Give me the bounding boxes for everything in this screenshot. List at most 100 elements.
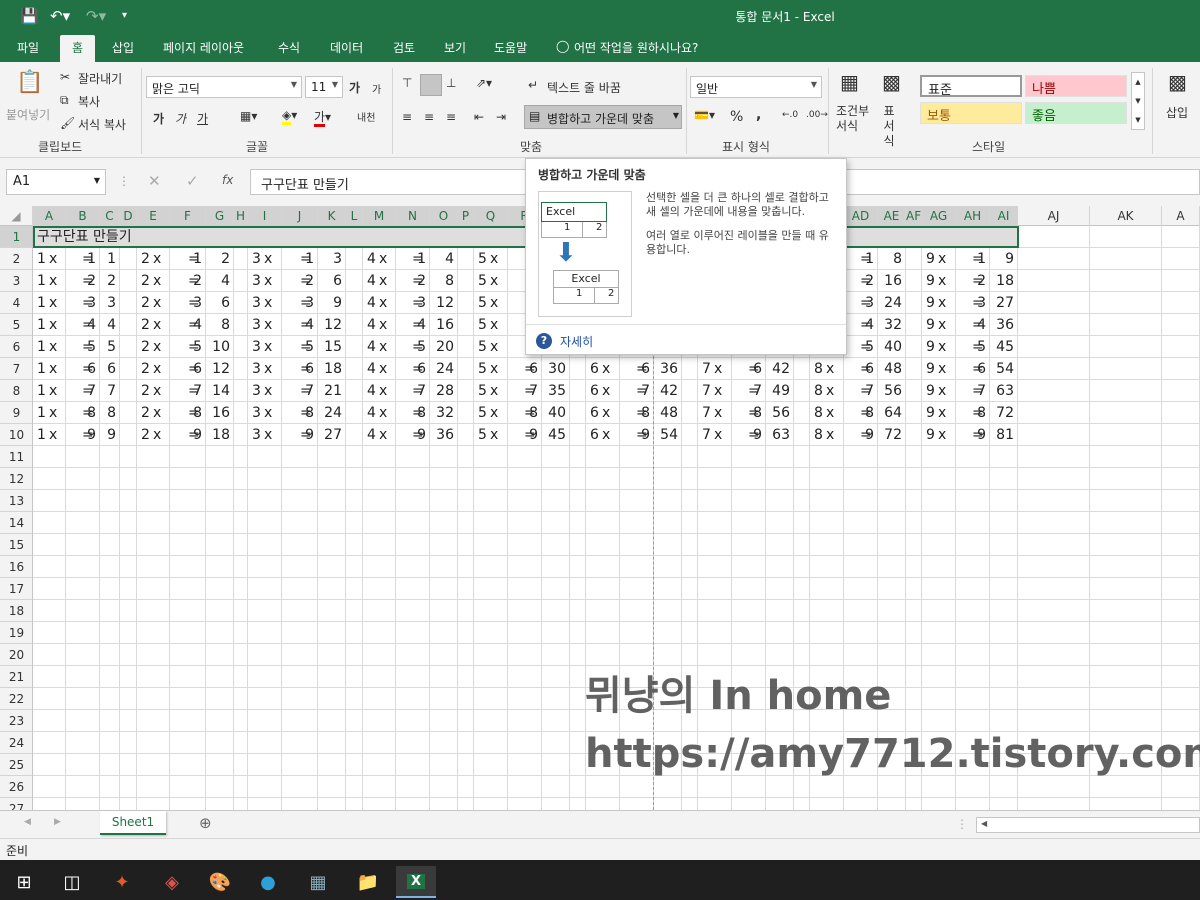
cell-times-sign[interactable]: x bbox=[826, 358, 834, 380]
cell-product[interactable]: 10 bbox=[206, 336, 230, 358]
cell-product[interactable]: 20 bbox=[430, 336, 454, 358]
row-header[interactable]: 15 bbox=[0, 534, 32, 556]
column-header[interactable]: H bbox=[234, 206, 248, 226]
cell-product[interactable]: 3 bbox=[318, 248, 342, 270]
cell-times-sign[interactable]: x bbox=[490, 270, 498, 292]
cell-times-sign[interactable]: x bbox=[379, 336, 387, 358]
cell-equals-sign[interactable]: = bbox=[82, 292, 94, 314]
file-explorer-icon[interactable]: 📁 bbox=[348, 866, 388, 898]
tell-me-more-link[interactable]: 자세히 bbox=[560, 333, 593, 350]
column-header[interactable]: A bbox=[33, 206, 66, 226]
cell-times-sign[interactable]: x bbox=[264, 358, 272, 380]
underline-button[interactable]: 가 bbox=[197, 110, 208, 127]
paste-button[interactable]: 붙여넣기 bbox=[6, 106, 50, 123]
cell-multiplicand[interactable]: 5 bbox=[478, 402, 487, 424]
format-as-table-button[interactable]: 표 서식 bbox=[878, 104, 900, 149]
cell-equals-sign[interactable]: = bbox=[860, 402, 872, 424]
column-header[interactable]: N bbox=[396, 206, 430, 226]
cell-times-sign[interactable]: x bbox=[938, 336, 946, 358]
cell-multiplicand[interactable]: 5 bbox=[478, 336, 487, 358]
row-header[interactable]: 5 bbox=[0, 314, 32, 336]
tab-data[interactable]: 데이터 bbox=[330, 39, 363, 56]
cell-times-sign[interactable]: x bbox=[490, 358, 498, 380]
cell-multiplicand[interactable]: 4 bbox=[367, 248, 376, 270]
column-header[interactable]: AG bbox=[922, 206, 956, 226]
row-header[interactable]: 22 bbox=[0, 688, 32, 710]
cell-multiplicand[interactable]: 4 bbox=[367, 424, 376, 446]
cell-equals-sign[interactable]: = bbox=[300, 402, 312, 424]
cell-multiplicand[interactable]: 2 bbox=[141, 358, 150, 380]
cell-product[interactable]: 27 bbox=[990, 292, 1014, 314]
cell-multiplicand[interactable]: 1 bbox=[37, 402, 46, 424]
copy-icon[interactable]: ⧉ bbox=[60, 93, 69, 108]
cell-equals-sign[interactable]: = bbox=[300, 380, 312, 402]
horizontal-scrollbar[interactable]: ◀ bbox=[976, 817, 1200, 833]
cell-product[interactable]: 18 bbox=[318, 358, 342, 380]
cell-multiplicand[interactable]: 7 bbox=[702, 380, 711, 402]
scroll-left-icon[interactable]: ◀ bbox=[981, 819, 987, 828]
cell-equals-sign[interactable]: = bbox=[412, 424, 424, 446]
cell-product[interactable]: 24 bbox=[430, 358, 454, 380]
row-header[interactable]: 8 bbox=[0, 380, 32, 402]
column-header[interactable]: C bbox=[100, 206, 120, 226]
cell-product[interactable]: 24 bbox=[878, 292, 902, 314]
cell-times-sign[interactable]: x bbox=[490, 380, 498, 402]
cell-product[interactable]: 21 bbox=[318, 380, 342, 402]
cell-times-sign[interactable]: x bbox=[49, 336, 57, 358]
percent-button[interactable]: % bbox=[730, 109, 743, 125]
cell-times-sign[interactable]: x bbox=[49, 292, 57, 314]
insert-cells-icon[interactable]: ▩ bbox=[1168, 70, 1187, 94]
tab-page-layout[interactable]: 페이지 레이아웃 bbox=[163, 39, 244, 56]
shrink-font-button[interactable]: 가 bbox=[372, 81, 381, 96]
cell-multiplicand[interactable]: 6 bbox=[590, 424, 599, 446]
cell-times-sign[interactable]: x bbox=[379, 292, 387, 314]
cell-times-sign[interactable]: x bbox=[938, 248, 946, 270]
cell-multiplicand[interactable]: 1 bbox=[37, 358, 46, 380]
cell-product[interactable]: 63 bbox=[990, 380, 1014, 402]
cell-multiplicand[interactable]: 6 bbox=[590, 380, 599, 402]
cell-multiplicand[interactable]: 3 bbox=[252, 248, 261, 270]
cell-times-sign[interactable]: x bbox=[602, 380, 610, 402]
column-header[interactable]: AH bbox=[956, 206, 990, 226]
cell-multiplicand[interactable]: 3 bbox=[252, 424, 261, 446]
cell-product[interactable]: 30 bbox=[542, 358, 566, 380]
cell-times-sign[interactable]: x bbox=[264, 248, 272, 270]
app-icon-2[interactable]: ◈ bbox=[152, 866, 192, 898]
cell-times-sign[interactable]: x bbox=[490, 402, 498, 424]
cell-times-sign[interactable]: x bbox=[602, 358, 610, 380]
cell-equals-sign[interactable]: = bbox=[82, 248, 94, 270]
cell-product[interactable]: 6 bbox=[206, 292, 230, 314]
cell-product[interactable]: 7 bbox=[100, 380, 116, 402]
cell-times-sign[interactable]: x bbox=[379, 424, 387, 446]
row-header[interactable]: 17 bbox=[0, 578, 32, 600]
prev-sheet-icon[interactable]: ◀ bbox=[24, 817, 31, 827]
calculator-icon[interactable]: ▦ bbox=[298, 866, 338, 898]
style-good[interactable]: 좋음 bbox=[1025, 102, 1127, 124]
tab-review[interactable]: 검토 bbox=[393, 39, 415, 56]
cell-product[interactable]: 15 bbox=[318, 336, 342, 358]
styles-scroll-icon[interactable]: ▲ ▼ ▼ bbox=[1131, 72, 1145, 130]
cell-multiplicand[interactable]: 4 bbox=[367, 314, 376, 336]
row-header[interactable]: 20 bbox=[0, 644, 32, 666]
grow-font-button[interactable]: 가 bbox=[349, 79, 360, 96]
column-header[interactable]: J bbox=[282, 206, 318, 226]
cell-equals-sign[interactable]: = bbox=[188, 314, 200, 336]
next-sheet-icon[interactable]: ▶ bbox=[54, 817, 61, 827]
cell-times-sign[interactable]: x bbox=[379, 402, 387, 424]
cell-product[interactable]: 56 bbox=[878, 380, 902, 402]
cell-equals-sign[interactable]: = bbox=[860, 358, 872, 380]
cell-product[interactable]: 45 bbox=[990, 336, 1014, 358]
row-header[interactable]: 26 bbox=[0, 776, 32, 798]
cell-multiplicand[interactable]: 1 bbox=[37, 380, 46, 402]
cell-multiplicand[interactable]: 1 bbox=[37, 336, 46, 358]
cell-times-sign[interactable]: x bbox=[49, 358, 57, 380]
cell-multiplicand[interactable]: 8 bbox=[814, 380, 823, 402]
cell-equals-sign[interactable]: = bbox=[860, 314, 872, 336]
cell-multiplicand[interactable]: 4 bbox=[367, 270, 376, 292]
row-header[interactable]: 23 bbox=[0, 710, 32, 732]
column-header[interactable]: B bbox=[66, 206, 100, 226]
cell-times-sign[interactable]: x bbox=[938, 292, 946, 314]
cell-equals-sign[interactable]: = bbox=[188, 424, 200, 446]
cell-multiplicand[interactable]: 1 bbox=[37, 314, 46, 336]
cell-equals-sign[interactable]: = bbox=[300, 292, 312, 314]
